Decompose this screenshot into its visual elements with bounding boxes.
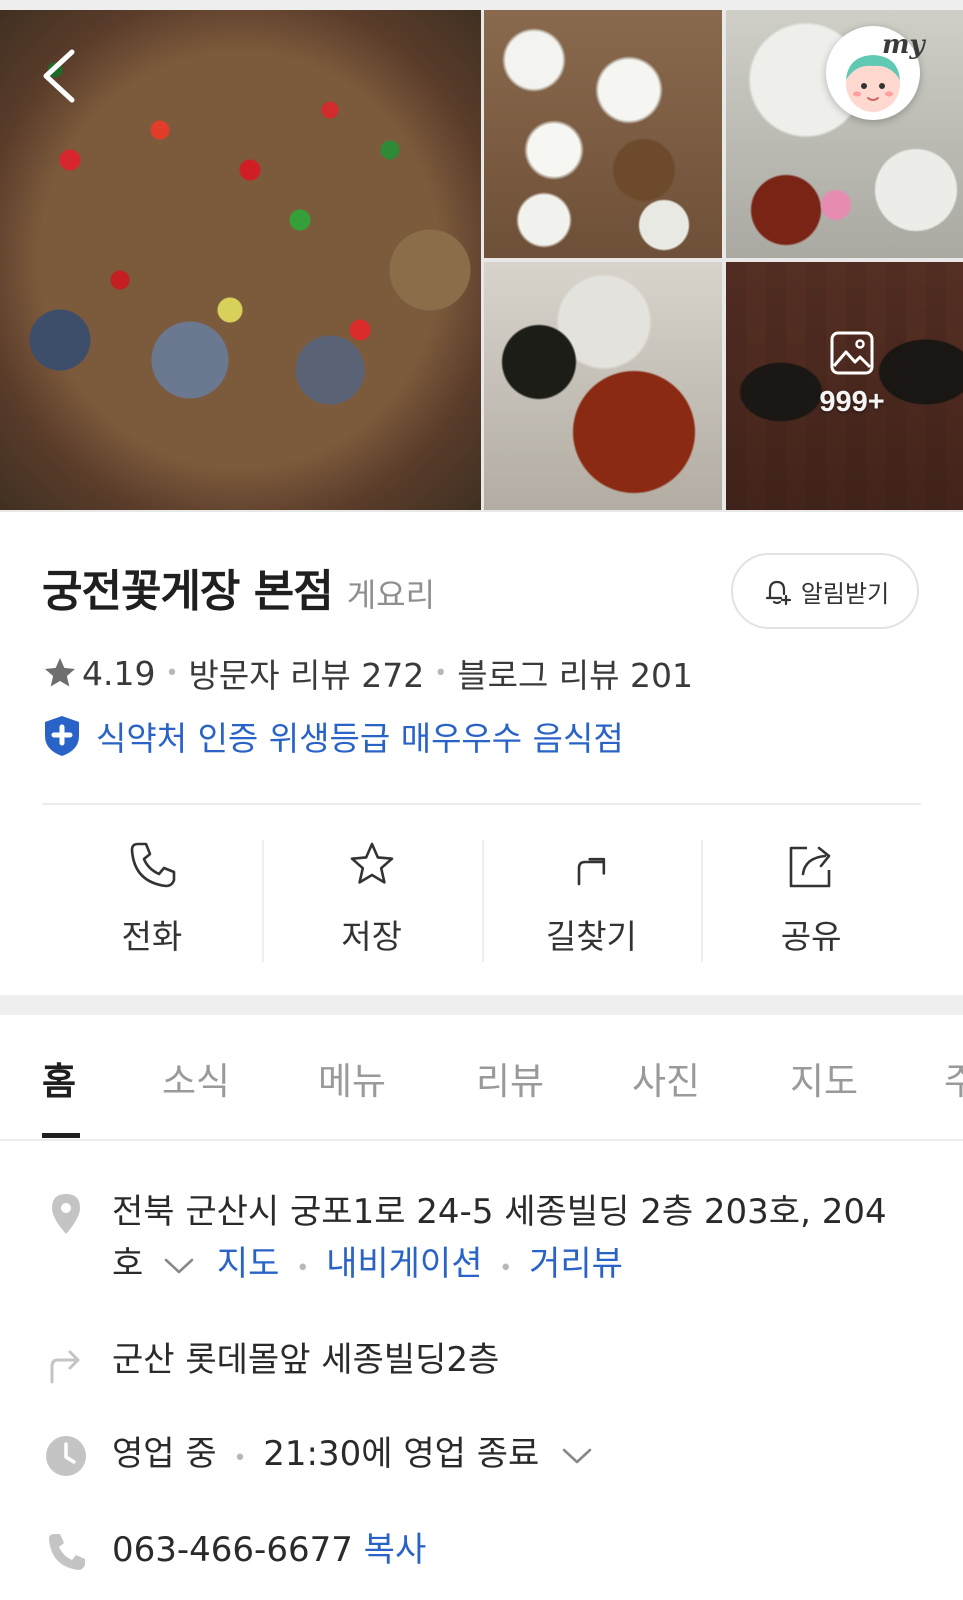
share-label: 공유 [780,917,842,956]
place-name: 궁전꽃게장 본점 [42,566,334,617]
photo-count-badge[interactable]: 999+ [782,330,922,419]
photo-gallery[interactable]: 999+ my [0,0,963,512]
tab-menu[interactable]: 메뉴 [318,1051,386,1105]
directions-icon [578,857,606,886]
call-button[interactable]: 전화 [42,838,262,965]
image-icon [830,331,874,375]
blog-review-link[interactable]: 블로그 리뷰 201 [457,649,693,697]
tab-photo[interactable]: 사진 [632,1051,700,1105]
visitor-review-link[interactable]: 방문자 리뷰 272 [188,649,424,697]
phone-filled-icon [49,1534,85,1570]
route-arrow-icon [50,1350,80,1384]
directions-label: 길찾기 [545,917,637,956]
chevron-down-icon[interactable] [560,1444,594,1468]
action-bar: 전화 저장 길찾기 공유 [42,838,921,965]
chevron-down-icon[interactable] [162,1254,196,1278]
directions-button[interactable]: 길찾기 [481,838,702,965]
address-line1: 전북 군산시 궁포1로 24-5 세종빌딩 2층 203호, 204 [112,1192,887,1232]
tab-more[interactable]: 주 [944,1051,963,1105]
certification-row[interactable]: 식약처 인증 위생등급 매우우수 음식점 [42,712,624,760]
divider [42,803,921,805]
separator-dot: • [296,1256,310,1281]
star-filled-icon [45,658,75,687]
notify-button[interactable]: 알림받기 [731,553,919,629]
location-pin-icon [52,1194,80,1234]
tab-home[interactable]: 홈 [42,1051,76,1105]
share-icon [789,846,831,888]
phone-text-block: 063-466-6677 복사 [112,1524,922,1576]
navigation-link[interactable]: 내비게이션 [326,1244,482,1284]
my-profile-button[interactable]: my [826,26,925,120]
clock-icon [46,1436,86,1476]
place-category: 게요리 [346,576,436,614]
separator-dot: • [233,1446,247,1471]
address-text-block: 전북 군산시 궁포1로 24-5 세종빌딩 2층 203호, 204 호 지도 … [112,1186,922,1295]
save-label: 저장 [341,917,402,956]
bell-plus-icon [765,580,791,606]
tab-bar: 홈 소식 메뉴 리뷰 사진 지도 주 [0,1015,963,1141]
section-gap [0,995,963,1015]
address-row: 전북 군산시 궁포1로 24-5 세종빌딩 2층 203호, 204 호 지도 … [42,1186,922,1296]
active-tab-indicator [42,1133,80,1138]
phone-number[interactable]: 063-466-6677 [112,1530,353,1570]
tab-map[interactable]: 지도 [790,1051,858,1105]
save-button[interactable]: 저장 [261,838,482,965]
map-link[interactable]: 지도 [217,1244,280,1284]
back-chevron-icon[interactable] [38,48,82,104]
separator-dot: • [434,660,448,686]
streetview-link[interactable]: 거리뷰 [529,1244,623,1284]
hours-row[interactable]: 영업 중 • 21:30에 영업 종료 [42,1428,922,1484]
hours-text: 21:30에 영업 종료 [263,1434,540,1474]
tab-news[interactable]: 소식 [162,1051,230,1105]
directions-text: 군산 롯데몰앞 세종빌딩2층 [112,1340,500,1380]
call-label: 전화 [121,917,183,956]
photo-seasoned-crab[interactable] [484,262,722,510]
directions-row: 군산 롯데몰앞 세종빌딩2층 [42,1334,922,1390]
status-strip [0,0,963,10]
tab-review[interactable]: 리뷰 [476,1051,544,1105]
share-button[interactable]: 공유 [701,838,921,965]
photo-count: 999+ [819,386,885,418]
phone-row: 063-466-6677 복사 [42,1524,922,1580]
rating-row: 4.19 • 방문자 리뷰 272 • 블로그 리뷰 201 [42,649,693,697]
phone-icon [130,842,176,888]
separator-dot: • [165,660,179,686]
copy-button[interactable]: 복사 [364,1530,427,1570]
shield-icon [45,716,79,756]
rating-value: 4.19 [82,653,156,693]
star-icon [350,842,393,884]
address-line2: 호 [112,1244,144,1284]
place-title-row: 궁전꽃게장 본점 게요리 [42,555,435,619]
open-status: 영업 중 [112,1434,217,1474]
notify-label: 알림받기 [800,579,890,608]
separator-dot: • [499,1256,513,1281]
photo-table-spread[interactable] [484,10,722,258]
hours-text-block: 영업 중 • 21:30에 영업 종료 [112,1428,922,1485]
avatar-icon [846,55,900,112]
certification-text: 식약처 인증 위생등급 매우우수 음식점 [96,719,624,758]
